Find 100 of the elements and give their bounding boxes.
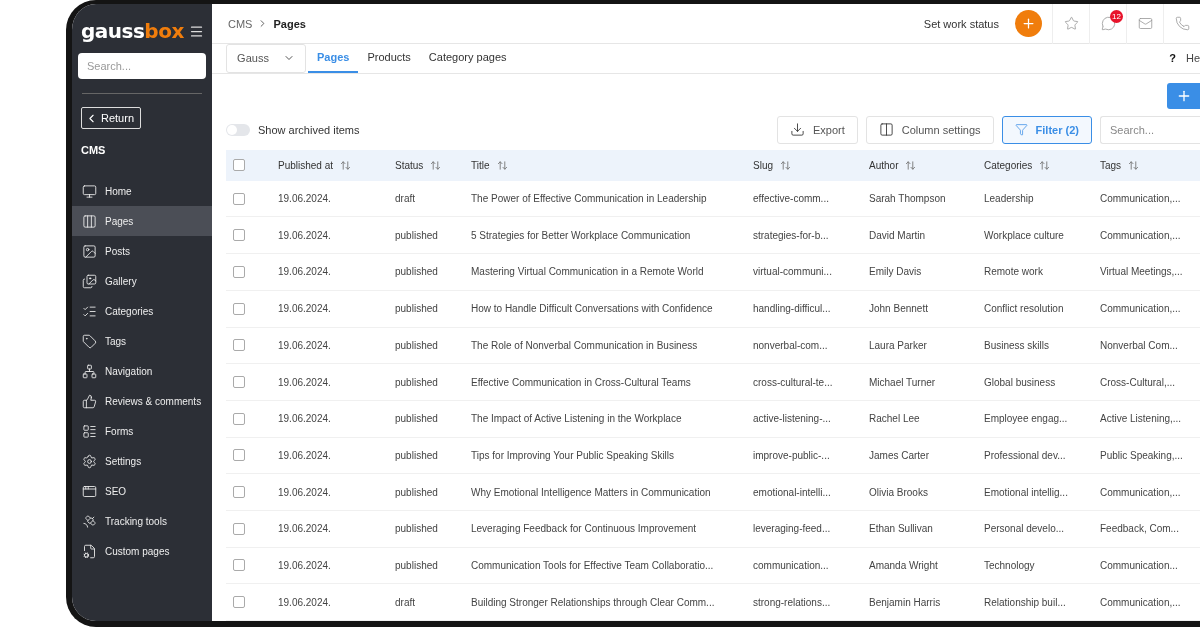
sort-icon[interactable] (1039, 159, 1051, 171)
checkbox[interactable] (233, 265, 245, 278)
archived-toggle[interactable] (226, 123, 250, 136)
table-cell-text: 19.06.2024. (278, 523, 332, 535)
checkbox[interactable] (233, 596, 245, 609)
checkbox[interactable] (233, 229, 245, 242)
column-header[interactable]: Published at (278, 159, 334, 171)
sidebar-item-label: Tags (105, 335, 127, 347)
add-button[interactable] (1015, 10, 1042, 37)
layout-list-icon (82, 423, 97, 439)
sidebar-item-label: Forms (105, 425, 134, 437)
search-field[interactable]: Search... (78, 53, 206, 79)
table-cell-text: Laura Parker (869, 339, 928, 351)
sort-icon[interactable] (780, 159, 791, 171)
sidebar-item[interactable]: Gallery (72, 266, 212, 296)
breadcrumb-item[interactable]: CMS (228, 17, 253, 30)
column-header[interactable]: Author (869, 159, 899, 171)
column-header[interactable]: Tags (1100, 159, 1122, 171)
column-header[interactable]: Categories (984, 159, 1033, 171)
sidebar-item[interactable]: Settings (72, 446, 212, 476)
column-header[interactable]: Status (395, 159, 424, 171)
sidebar-item[interactable]: Custom pages (72, 536, 212, 566)
search-field[interactable]: Search... (1100, 115, 1200, 144)
satellite-icon (82, 513, 97, 529)
table-cell-text: Global business (984, 376, 1057, 388)
image-icon (82, 243, 97, 259)
sidebar-item[interactable]: Reviews & comments (72, 386, 212, 416)
table-cell-text: 19.06.2024. (278, 596, 332, 608)
sort-icon[interactable] (496, 159, 508, 171)
sidebar-item[interactable]: Forms (72, 416, 212, 446)
sidebar-item-label: SEO (105, 485, 127, 497)
checkbox[interactable] (233, 302, 245, 315)
logo: gaussbox (81, 19, 184, 43)
window-icon (82, 483, 97, 499)
sidebar-item[interactable]: Navigation (72, 356, 212, 386)
table-cell-text: Communication,... (1100, 229, 1182, 241)
column-header[interactable]: Slug (753, 159, 773, 171)
columns-icon (878, 122, 894, 138)
export-button[interactable]: Export (776, 115, 858, 144)
checkbox[interactable] (233, 486, 245, 499)
table-cell-text: cross-cultural-te... (753, 376, 834, 388)
sort-icon[interactable] (905, 159, 917, 171)
checkbox[interactable] (233, 559, 245, 572)
checkbox[interactable] (233, 522, 245, 535)
table-cell-text: leveraging-feed... (753, 523, 832, 535)
sidebar-item[interactable]: Tracking tools (72, 506, 212, 536)
chat-button[interactable]: 12 (1089, 4, 1126, 44)
sort-icon[interactable] (1128, 159, 1140, 171)
table-cell-text: Communication,... (1100, 303, 1182, 315)
checkbox[interactable] (233, 339, 245, 352)
sort-icon[interactable] (340, 159, 352, 171)
phone-icon (1174, 16, 1190, 31)
checkbox[interactable] (233, 159, 245, 172)
table-cell-text: The Role of Nonverbal Communication in Business (471, 339, 699, 351)
checkbox[interactable] (233, 449, 245, 462)
table-cell-text: How to Handle Difficult Conversations with Confidence (471, 303, 714, 315)
sidebar-item[interactable]: Tags (72, 326, 212, 356)
table-cell-text: Workplace culture (984, 229, 1065, 241)
table-cell-text: draft (395, 193, 416, 205)
checkbox[interactable] (233, 192, 245, 205)
add-button[interactable] (1167, 82, 1200, 109)
sort-icon[interactable] (430, 159, 442, 171)
table-cell-text: Benjamin Harris (869, 596, 942, 608)
table-cell-text: Why Emotional Intelligence Matters in Communication (471, 486, 712, 498)
sidebar-item[interactable]: Home (72, 176, 212, 206)
sidebar-item-label: Home (105, 185, 132, 197)
sidebar-item[interactable]: Pages (72, 206, 212, 236)
table-cell-text: Leveraging Feedback for Continuous Improvement (471, 523, 698, 535)
help-link[interactable]: He (1185, 52, 1200, 65)
checkbox[interactable] (233, 376, 245, 389)
tab[interactable]: Category pages (419, 44, 516, 73)
sidebar-item[interactable]: Posts (72, 236, 212, 266)
file-cog-icon (82, 543, 97, 559)
table-cell-text: Communication... (1100, 559, 1179, 571)
table-cell-text: published (395, 266, 439, 278)
table-cell-text: strategies-for-b... (753, 229, 830, 241)
column-header[interactable]: Title (471, 159, 490, 171)
table-cell-text: David Martin (869, 229, 927, 241)
return-button[interactable]: Return (81, 107, 142, 129)
work-status-link[interactable]: Set work status (923, 17, 999, 30)
sidebar-item[interactable]: Categories (72, 296, 212, 326)
table-cell-text: Michael Turner (869, 376, 937, 388)
column-settings-button[interactable]: Column settings (865, 115, 994, 144)
table-cell-text: Communication Tools for Effective Team Collaboratio... (471, 559, 715, 571)
help-icon[interactable]: ? (1169, 52, 1176, 65)
table-cell-text: strong-relations... (753, 596, 832, 608)
tab[interactable]: Products (358, 44, 420, 73)
table-cell-text: nonverbal-com... (753, 339, 829, 351)
monitor-icon (82, 183, 97, 199)
table-cell-text: Professional dev... (984, 449, 1067, 461)
sidebar-item[interactable]: SEO (72, 476, 212, 506)
table-cell-text: John Bennett (869, 303, 929, 315)
checkbox[interactable] (233, 412, 245, 425)
columns-icon (82, 213, 97, 229)
site-dropdown[interactable]: Gauss (226, 44, 306, 73)
menu-icon[interactable] (189, 23, 204, 39)
table-cell-text: 19.06.2024. (278, 376, 332, 388)
star-icon (1063, 16, 1079, 31)
settings-icon (82, 453, 97, 469)
tag-icon (82, 333, 97, 349)
